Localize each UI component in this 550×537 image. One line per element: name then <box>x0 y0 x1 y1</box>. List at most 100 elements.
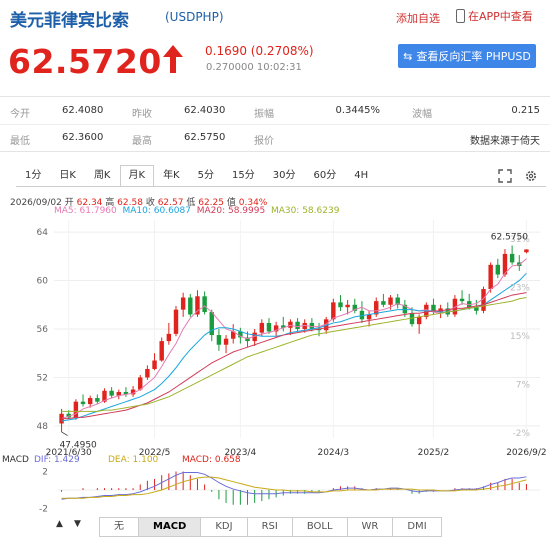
ma-legend: MA5: 61.7960 MA10: 60.6087 MA20: 58.9995… <box>54 206 339 216</box>
candle-body <box>495 264 501 275</box>
macd-dea-line <box>61 476 527 499</box>
y-tick-label: 56 <box>37 325 49 335</box>
page-title: 美元菲律宾比索 <box>10 11 129 31</box>
candle-body <box>180 297 186 310</box>
y-tick-label: 48 <box>37 422 49 432</box>
pct-tick-label: 15% <box>510 332 530 342</box>
price-change: 0.1690 (0.2708%) <box>205 44 314 58</box>
stat-value: 62.5750 <box>184 132 226 143</box>
tab-weekly[interactable]: 周K <box>85 165 120 187</box>
period-tabs: 1分 日K 周K 月K 年K 5分 15分 30分 60分 4H <box>16 165 377 187</box>
stat-value: 62.3600 <box>62 132 104 143</box>
ma10-line <box>61 272 527 422</box>
candlestick-chart[interactable]: 646056524831%23%15%7%-2%2021/6/30 2022/5 2… <box>0 216 550 516</box>
tab-yearly[interactable]: 年K <box>154 165 189 187</box>
reverse-rate-button[interactable]: ⇆ 查看反向汇率 PHPUSD <box>398 44 536 68</box>
stats-table: 今开 62.4080 昨收 62.4030 振幅 0.3445% 波幅 0.21… <box>0 96 550 152</box>
candle-body <box>488 264 493 290</box>
stat-label: 波幅 <box>412 109 432 120</box>
pct-tick-label: 7% <box>516 380 531 390</box>
stat-label: 最低 <box>10 136 30 147</box>
indicator-tab-boll[interactable]: BOLL <box>291 517 348 537</box>
indicator-tab-none[interactable]: 无 <box>99 517 139 537</box>
macd-y-tick: -2 <box>39 504 48 514</box>
stat-label: 振幅 <box>254 109 274 120</box>
indicator-tab-macd[interactable]: MACD <box>138 517 202 537</box>
pct-tick-label: 23% <box>510 284 530 294</box>
candle-body <box>188 297 193 315</box>
stat-label: 最高 <box>132 136 152 147</box>
current-price: 62.5720 <box>8 42 162 81</box>
stats-row: 最低 62.3600 最高 62.5750 报价 数据来源于倚天 <box>0 124 550 151</box>
candle-body <box>145 368 150 378</box>
tab-daily[interactable]: 日K <box>50 165 85 187</box>
candle-body <box>288 321 293 328</box>
indicator-tab-wr[interactable]: WR <box>346 517 394 537</box>
ma-lines-layer <box>61 258 527 422</box>
y-tick-label: 64 <box>37 228 49 238</box>
tab-30min[interactable]: 30分 <box>264 165 305 187</box>
macd-title: MACD <box>2 455 29 465</box>
min-price-pointer <box>61 431 68 436</box>
add-watchlist-link[interactable]: 添加自选 <box>396 10 440 26</box>
macd-dea-label: DEA: 1.100 <box>108 455 159 465</box>
tab-15min[interactable]: 15分 <box>223 165 264 187</box>
candle-body <box>202 296 207 313</box>
stat-label: 今开 <box>10 109 30 120</box>
candle-body <box>374 301 379 315</box>
min-price-label: 47.4950 <box>60 441 97 451</box>
candle-body <box>459 298 465 302</box>
indicator-tab-dmi[interactable]: DMI <box>392 517 442 537</box>
candle-body <box>345 304 350 308</box>
candle-body <box>73 401 79 418</box>
candle-body <box>295 321 300 329</box>
candle-body <box>166 333 172 342</box>
y-tick-label: 52 <box>37 373 48 383</box>
open-app-label: 在APP中查看 <box>468 10 533 23</box>
candle-body <box>388 297 393 305</box>
stat-label: 昨收 <box>132 109 152 120</box>
candles-layer <box>59 245 529 432</box>
swap-icon: ⇆ <box>403 49 413 63</box>
x-tick-label: 2024/3 <box>317 448 349 458</box>
macd-panel: MACD DIF: 1.429 DEA: 1.100 MACD: 0.658 2 -2 <box>2 455 540 514</box>
ma30-label: MA30: 58.6239 <box>270 206 340 216</box>
macd-value-label: MACD: 0.658 <box>182 455 241 465</box>
tab-1min[interactable]: 1分 <box>16 165 50 187</box>
candle-body <box>152 360 157 369</box>
stat-value: 62.4080 <box>62 105 104 116</box>
indicator-tabs: 无 MACD KDJ RSI BOLL WR DMI <box>99 517 442 537</box>
candle-body <box>216 335 222 345</box>
candle-body <box>159 341 164 361</box>
scroll-down-button[interactable]: ▼ <box>74 519 81 529</box>
y-tick-label: 60 <box>37 277 49 287</box>
candle-body <box>95 398 100 402</box>
settings-icon[interactable] <box>524 169 538 183</box>
candle-body <box>109 390 114 396</box>
stat-value: 62.4030 <box>184 105 226 116</box>
tab-60min[interactable]: 60分 <box>304 165 345 187</box>
candle-body <box>173 309 179 334</box>
candle-body <box>223 338 229 345</box>
fullscreen-icon[interactable] <box>498 169 512 183</box>
open-app-link[interactable]: 在APP中查看 <box>456 8 533 24</box>
tab-4h[interactable]: 4H <box>345 165 377 187</box>
candle-body <box>524 249 529 253</box>
indicator-tab-rsi[interactable]: RSI <box>246 517 293 537</box>
scroll-up-button[interactable]: ▲ <box>56 519 63 529</box>
ma10-label: MA10: 60.6087 <box>122 206 191 216</box>
data-source: 数据来源于倚天 <box>470 136 540 147</box>
candle-body <box>338 302 343 308</box>
macd-dif-label: DIF: 1.429 <box>34 455 80 465</box>
pct-tick-label: -2% <box>512 429 530 439</box>
tab-monthly[interactable]: 月K <box>119 165 155 187</box>
x-tick-label: 2026/9/2 <box>506 448 546 458</box>
stats-row: 今开 62.4080 昨收 62.4030 振幅 0.3445% 波幅 0.21… <box>0 97 550 125</box>
candle-body <box>266 322 272 332</box>
tab-5min[interactable]: 5分 <box>189 165 223 187</box>
indicator-tab-kdj[interactable]: KDJ <box>200 517 248 537</box>
tab-divider <box>16 186 546 187</box>
candle-body <box>80 401 86 405</box>
axes-layer: 646056524831%23%15%7%-2%2021/6/30 2022/5 2… <box>37 228 547 458</box>
phone-icon <box>456 9 465 23</box>
